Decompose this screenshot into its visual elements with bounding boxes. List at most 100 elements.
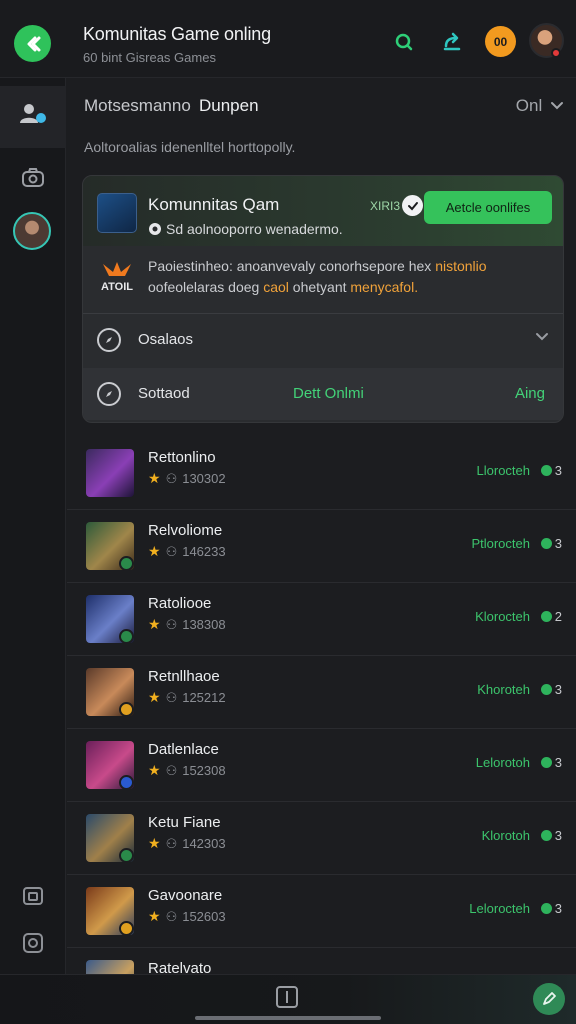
rail-item-gallery[interactable]: [17, 927, 49, 959]
search-button[interactable]: [390, 28, 418, 56]
platform-badge: [119, 775, 134, 790]
filter-tab-1[interactable]: Motsesmanno: [84, 96, 191, 116]
community-thumbnail: [97, 193, 137, 233]
platform-badge: [119, 629, 134, 644]
list-item[interactable]: Rettonlino ★ ⚇ 130302 Llorocteh 3: [67, 437, 576, 510]
game-meta: ★ ⚇ 152308: [148, 762, 226, 779]
platform-badge: [119, 702, 134, 717]
desc-highlight-1: nistonlio: [435, 258, 487, 274]
game-rating: 130302: [182, 471, 226, 486]
game-name: Relvoliome: [148, 522, 223, 539]
desc-part-1: Paoiestinheo: anoanvevaly conorhsepore h…: [148, 258, 436, 274]
logo-text: ATOIL: [101, 281, 133, 293]
left-rail: [0, 78, 66, 1024]
notification-badge[interactable]: 00: [485, 26, 516, 57]
card-row-status[interactable]: Sottaod Dett Onlmi Aing: [83, 368, 563, 420]
online-dot-icon: [540, 611, 552, 622]
star-icon: ★: [148, 762, 161, 778]
online-count-value: 3: [554, 755, 562, 770]
home-indicator: [195, 1016, 381, 1020]
online-count-value: 3: [554, 901, 562, 916]
game-name: Ratoliooe: [148, 595, 212, 612]
desc-part-2: oofeolelaras doeg: [148, 279, 264, 295]
game-status: Klorocteh: [475, 609, 530, 624]
community-subtitle: Sd aolnooporro wenadermo.: [148, 221, 343, 237]
share-icon: [443, 32, 461, 51]
rail-item-media[interactable]: [17, 880, 49, 912]
rail-item-camera[interactable]: [17, 162, 49, 194]
star-icon: ★: [148, 616, 161, 632]
game-list: Rettonlino ★ ⚇ 130302 Llorocteh 3 Relvolio…: [67, 437, 576, 974]
status-dot: [551, 48, 561, 58]
star-icon: ★: [148, 835, 161, 851]
online-count: 2: [540, 609, 562, 624]
tabs-button[interactable]: [276, 986, 298, 1008]
game-meta: ★ ⚇ 138308: [148, 616, 226, 633]
rail-item-people[interactable]: [17, 98, 49, 130]
game-name: Retnllhaoe: [148, 668, 220, 685]
member-count: XIRI3: [370, 199, 401, 213]
online-dot-icon: [540, 465, 552, 476]
game-status: Ptlorocteh: [471, 536, 530, 551]
star-icon: ★: [148, 689, 161, 705]
community-title: Komunnitas Qam: [148, 195, 280, 214]
list-item[interactable]: Retnllhaoe ★ ⚇ 125212 Khoroteh 3: [67, 656, 576, 729]
game-rating: 152603: [182, 909, 226, 924]
online-dropdown-label: Onl: [515, 96, 543, 115]
people-icon: [20, 104, 46, 123]
online-count: 3: [540, 463, 562, 478]
list-item[interactable]: Ratelvato: [67, 948, 576, 974]
compose-button[interactable]: [533, 983, 565, 1015]
share-button[interactable]: [438, 28, 466, 56]
community-description: Paoiestinheo: anoanvevaly conorhsepore h…: [148, 256, 548, 298]
verified-badge: [402, 195, 423, 216]
game-name: Rettonlino: [148, 449, 216, 466]
list-item[interactable]: Relvoliome ★ ⚇ 146233 Ptlorocteh 3: [67, 510, 576, 583]
platform-badge: [119, 921, 134, 936]
filter-row: Motsesmanno Dunpen Onl: [84, 96, 564, 120]
game-thumbnail: [86, 449, 134, 497]
info-icon: [149, 223, 161, 235]
card-row-status-action[interactable]: Aing: [515, 385, 545, 402]
media-icon: [23, 887, 43, 905]
list-item[interactable]: Gavoonare ★ ⚇ 152603 Lelorocteh 3: [67, 875, 576, 948]
online-count: 3: [540, 755, 562, 770]
game-status: Khoroteh: [477, 682, 530, 697]
players-icon: ⚇: [165, 616, 178, 632]
filter-tab-2[interactable]: Dunpen: [199, 96, 259, 116]
compass-icon: [97, 382, 121, 406]
join-button[interactable]: Aetcle oonlifes: [424, 191, 552, 224]
card-row-options[interactable]: Osalaos: [83, 314, 563, 366]
desc-highlight-2: caol: [263, 279, 289, 295]
list-item[interactable]: Ketu Fiane ★ ⚇ 142303 Klorotoh 3: [67, 802, 576, 875]
online-dot-icon: [540, 903, 552, 914]
game-meta: ★ ⚇ 152603: [148, 908, 226, 925]
online-dot-icon: [540, 757, 552, 768]
list-item[interactable]: Datlenlace ★ ⚇ 152308 Lelorotoh 3: [67, 729, 576, 802]
featured-community-card: Komunnitas Qam Sd aolnooporro wenadermo.…: [82, 175, 564, 423]
star-icon: ★: [148, 470, 161, 486]
app-root: Komunitas Game onling 60 bint Gisreas Ga…: [0, 0, 576, 1024]
online-dropdown[interactable]: Onl: [516, 96, 564, 116]
back-button[interactable]: [14, 25, 51, 62]
check-icon: [407, 201, 418, 210]
game-name: Ratelvato: [148, 960, 212, 974]
chevron-down-icon: [551, 102, 563, 110]
rail-community-avatar[interactable]: [13, 212, 51, 250]
game-thumbnail: [86, 960, 134, 974]
online-count-value: 3: [554, 682, 562, 697]
game-logo-icon: ATOIL: [101, 262, 133, 293]
star-icon: ★: [148, 908, 161, 924]
game-status: Lelorocteh: [469, 901, 530, 916]
players-icon: ⚇: [165, 689, 178, 705]
online-dot-icon: [540, 830, 552, 841]
game-rating: 138308: [182, 617, 226, 632]
game-name: Gavoonare: [148, 887, 223, 904]
card-row-status-label: Sottaod: [138, 385, 190, 402]
page-subtitle: 60 bint Gisreas Games: [83, 50, 216, 65]
game-rating: 146233: [182, 544, 226, 559]
star-icon: ★: [148, 543, 161, 559]
card-row-status-value: Dett Onlmi: [293, 385, 364, 402]
game-rating: 152308: [182, 763, 226, 778]
list-item[interactable]: Ratoliooe ★ ⚇ 138308 Klorocteh 2: [67, 583, 576, 656]
